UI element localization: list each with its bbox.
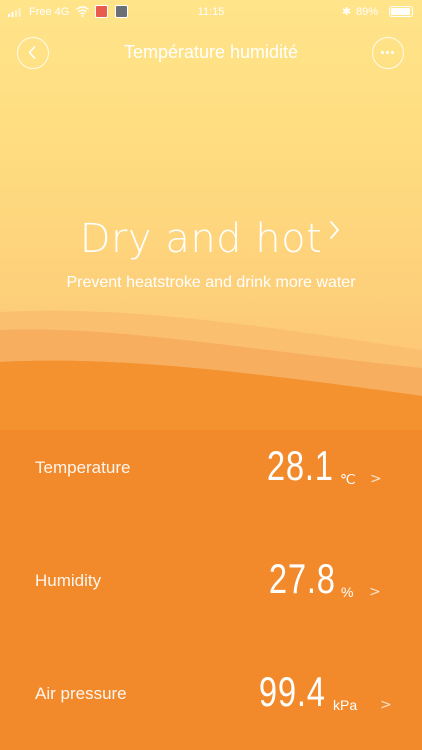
page-title: Température humidité: [123, 42, 299, 62]
metric-row-air-pressure[interactable]: Air pressure 99.4 kPa >: [0, 666, 422, 726]
metric-unit: kPa: [333, 697, 358, 713]
metric-value: 28.1: [267, 442, 334, 489]
status-bar: Free 4G 11:15 ✱ 89%: [0, 0, 422, 24]
bluetooth-icon: ✱: [342, 6, 352, 18]
comfort-status: Dry and hot: [79, 216, 323, 262]
metric-label: Air pressure: [35, 684, 127, 703]
metric-unit: ℃: [340, 471, 356, 487]
chevron-right-icon: [330, 221, 340, 239]
chevron-right-icon: >: [380, 697, 392, 713]
comfort-advice: Prevent heatstroke and drink more water: [66, 274, 356, 291]
back-button[interactable]: [17, 37, 49, 69]
chevron-right-icon: >: [370, 471, 382, 487]
metric-value: 99.4: [259, 668, 326, 715]
battery-percent: 89%: [356, 6, 379, 18]
metric-value: 27.8: [269, 555, 336, 602]
comfort-summary[interactable]: Dry and hot: [0, 216, 422, 262]
metric-row-humidity[interactable]: Humidity 27.8 % >: [0, 553, 422, 613]
chevron-right-icon: >: [369, 584, 381, 600]
metric-label: Temperature: [35, 458, 131, 477]
battery-icon: [389, 6, 413, 17]
chevron-left-icon: [28, 46, 36, 59]
metric-label: Humidity: [35, 571, 102, 590]
screen: Free 4G 11:15 ✱ 89% Température humidité…: [0, 0, 422, 750]
metric-row-temperature[interactable]: Temperature 28.1 ℃ >: [0, 440, 422, 500]
more-button[interactable]: [372, 37, 404, 69]
more-icon: [381, 51, 394, 54]
metric-unit: %: [341, 584, 354, 600]
